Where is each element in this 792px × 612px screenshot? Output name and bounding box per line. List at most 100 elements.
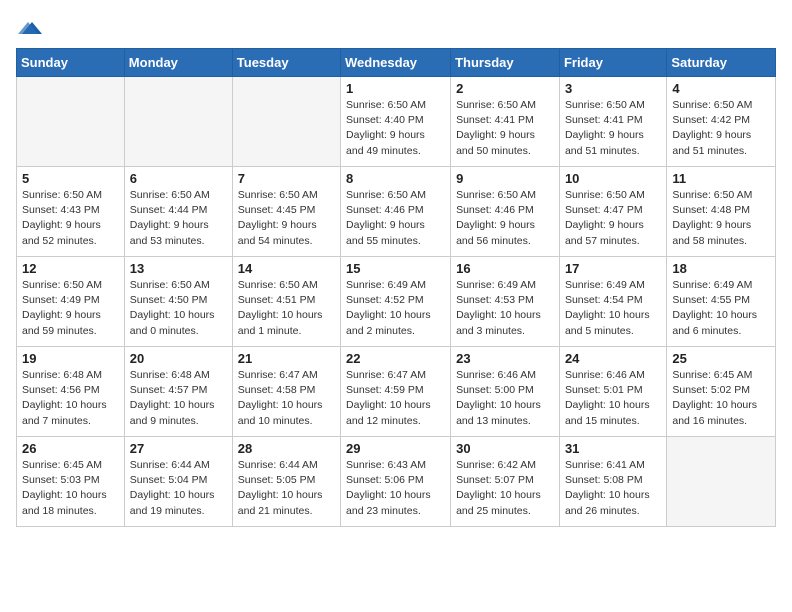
day-info: Sunrise: 6:48 AM Sunset: 4:57 PM Dayligh…: [130, 368, 227, 429]
day-info: Sunrise: 6:43 AM Sunset: 5:06 PM Dayligh…: [346, 458, 445, 519]
day-number: 6: [130, 171, 227, 186]
day-info: Sunrise: 6:50 AM Sunset: 4:40 PM Dayligh…: [346, 98, 445, 159]
week-row-3: 12 Sunrise: 6:50 AM Sunset: 4:49 PM Dayli…: [17, 257, 776, 347]
day-info: Sunrise: 6:50 AM Sunset: 4:42 PM Dayligh…: [672, 98, 770, 159]
day-cell: 12 Sunrise: 6:50 AM Sunset: 4:49 PM Dayli…: [17, 257, 125, 347]
day-header-friday: Friday: [559, 49, 666, 77]
day-info: Sunrise: 6:44 AM Sunset: 5:04 PM Dayligh…: [130, 458, 227, 519]
day-info: Sunrise: 6:49 AM Sunset: 4:52 PM Dayligh…: [346, 278, 445, 339]
day-cell: 11 Sunrise: 6:50 AM Sunset: 4:48 PM Dayli…: [667, 167, 776, 257]
calendar-header-row: SundayMondayTuesdayWednesdayThursdayFrid…: [17, 49, 776, 77]
day-header-monday: Monday: [124, 49, 232, 77]
week-row-5: 26Sunrise: 6:45 AM Sunset: 5:03 PM Dayli…: [17, 437, 776, 527]
day-cell: 19Sunrise: 6:48 AM Sunset: 4:56 PM Dayli…: [17, 347, 125, 437]
day-cell: 28 Sunrise: 6:44 AM Sunset: 5:05 PM Dayli…: [232, 437, 340, 527]
day-cell: 24 Sunrise: 6:46 AM Sunset: 5:01 PM Dayli…: [559, 347, 666, 437]
day-cell: [667, 437, 776, 527]
day-info: Sunrise: 6:46 AM Sunset: 5:00 PM Dayligh…: [456, 368, 554, 429]
day-cell: 5 Sunrise: 6:50 AM Sunset: 4:43 PM Daylig…: [17, 167, 125, 257]
day-cell: 6 Sunrise: 6:50 AM Sunset: 4:44 PM Daylig…: [124, 167, 232, 257]
logo: [16, 16, 42, 40]
day-cell: 16Sunrise: 6:49 AM Sunset: 4:53 PM Dayli…: [451, 257, 560, 347]
day-header-tuesday: Tuesday: [232, 49, 340, 77]
day-number: 4: [672, 81, 770, 96]
day-cell: 27Sunrise: 6:44 AM Sunset: 5:04 PM Dayli…: [124, 437, 232, 527]
day-number: 18: [672, 261, 770, 276]
day-cell: 20 Sunrise: 6:48 AM Sunset: 4:57 PM Dayli…: [124, 347, 232, 437]
logo-icon: [18, 16, 42, 40]
day-info: Sunrise: 6:47 AM Sunset: 4:59 PM Dayligh…: [346, 368, 445, 429]
day-cell: 23 Sunrise: 6:46 AM Sunset: 5:00 PM Dayli…: [451, 347, 560, 437]
day-cell: 26Sunrise: 6:45 AM Sunset: 5:03 PM Dayli…: [17, 437, 125, 527]
day-number: 10: [565, 171, 661, 186]
day-header-saturday: Saturday: [667, 49, 776, 77]
day-cell: 21Sunrise: 6:47 AM Sunset: 4:58 PM Dayli…: [232, 347, 340, 437]
day-info: Sunrise: 6:50 AM Sunset: 4:44 PM Dayligh…: [130, 188, 227, 249]
day-number: 24: [565, 351, 661, 366]
day-header-sunday: Sunday: [17, 49, 125, 77]
day-info: Sunrise: 6:50 AM Sunset: 4:48 PM Dayligh…: [672, 188, 770, 249]
day-cell: 7 Sunrise: 6:50 AM Sunset: 4:45 PM Daylig…: [232, 167, 340, 257]
day-number: 20: [130, 351, 227, 366]
day-info: Sunrise: 6:50 AM Sunset: 4:41 PM Dayligh…: [565, 98, 661, 159]
day-number: 8: [346, 171, 445, 186]
day-number: 16: [456, 261, 554, 276]
day-number: 1: [346, 81, 445, 96]
day-number: 29: [346, 441, 445, 456]
day-number: 13: [130, 261, 227, 276]
day-number: 22: [346, 351, 445, 366]
day-info: Sunrise: 6:46 AM Sunset: 5:01 PM Dayligh…: [565, 368, 661, 429]
day-cell: 10 Sunrise: 6:50 AM Sunset: 4:47 PM Dayli…: [559, 167, 666, 257]
day-info: Sunrise: 6:50 AM Sunset: 4:47 PM Dayligh…: [565, 188, 661, 249]
day-info: Sunrise: 6:49 AM Sunset: 4:55 PM Dayligh…: [672, 278, 770, 339]
day-info: Sunrise: 6:50 AM Sunset: 4:43 PM Dayligh…: [22, 188, 119, 249]
day-info: Sunrise: 6:42 AM Sunset: 5:07 PM Dayligh…: [456, 458, 554, 519]
day-info: Sunrise: 6:50 AM Sunset: 4:50 PM Dayligh…: [130, 278, 227, 339]
day-info: Sunrise: 6:50 AM Sunset: 4:41 PM Dayligh…: [456, 98, 554, 159]
day-cell: 9 Sunrise: 6:50 AM Sunset: 4:46 PM Daylig…: [451, 167, 560, 257]
day-header-thursday: Thursday: [451, 49, 560, 77]
day-cell: [232, 77, 340, 167]
day-cell: 14Sunrise: 6:50 AM Sunset: 4:51 PM Dayli…: [232, 257, 340, 347]
day-number: 30: [456, 441, 554, 456]
day-cell: 13 Sunrise: 6:50 AM Sunset: 4:50 PM Dayli…: [124, 257, 232, 347]
day-info: Sunrise: 6:50 AM Sunset: 4:49 PM Dayligh…: [22, 278, 119, 339]
day-cell: 30 Sunrise: 6:42 AM Sunset: 5:07 PM Dayli…: [451, 437, 560, 527]
day-number: 3: [565, 81, 661, 96]
day-cell: 2 Sunrise: 6:50 AM Sunset: 4:41 PM Daylig…: [451, 77, 560, 167]
day-number: 11: [672, 171, 770, 186]
day-cell: 15 Sunrise: 6:49 AM Sunset: 4:52 PM Dayli…: [341, 257, 451, 347]
day-header-wednesday: Wednesday: [341, 49, 451, 77]
day-info: Sunrise: 6:47 AM Sunset: 4:58 PM Dayligh…: [238, 368, 335, 429]
day-info: Sunrise: 6:50 AM Sunset: 4:45 PM Dayligh…: [238, 188, 335, 249]
day-cell: 22 Sunrise: 6:47 AM Sunset: 4:59 PM Dayli…: [341, 347, 451, 437]
day-number: 7: [238, 171, 335, 186]
day-number: 31: [565, 441, 661, 456]
day-info: Sunrise: 6:50 AM Sunset: 4:46 PM Dayligh…: [456, 188, 554, 249]
day-number: 28: [238, 441, 335, 456]
day-info: Sunrise: 6:44 AM Sunset: 5:05 PM Dayligh…: [238, 458, 335, 519]
week-row-1: 1 Sunrise: 6:50 AM Sunset: 4:40 PM Daylig…: [17, 77, 776, 167]
day-cell: 25Sunrise: 6:45 AM Sunset: 5:02 PM Dayli…: [667, 347, 776, 437]
day-number: 2: [456, 81, 554, 96]
day-number: 9: [456, 171, 554, 186]
day-info: Sunrise: 6:45 AM Sunset: 5:02 PM Dayligh…: [672, 368, 770, 429]
day-number: 19: [22, 351, 119, 366]
day-cell: 29 Sunrise: 6:43 AM Sunset: 5:06 PM Dayli…: [341, 437, 451, 527]
day-info: Sunrise: 6:50 AM Sunset: 4:46 PM Dayligh…: [346, 188, 445, 249]
week-row-4: 19Sunrise: 6:48 AM Sunset: 4:56 PM Dayli…: [17, 347, 776, 437]
calendar-table: SundayMondayTuesdayWednesdayThursdayFrid…: [16, 48, 776, 527]
day-cell: 3 Sunrise: 6:50 AM Sunset: 4:41 PM Daylig…: [559, 77, 666, 167]
day-number: 14: [238, 261, 335, 276]
day-number: 5: [22, 171, 119, 186]
day-cell: 18 Sunrise: 6:49 AM Sunset: 4:55 PM Dayli…: [667, 257, 776, 347]
day-number: 23: [456, 351, 554, 366]
day-cell: 1 Sunrise: 6:50 AM Sunset: 4:40 PM Daylig…: [341, 77, 451, 167]
week-row-2: 5 Sunrise: 6:50 AM Sunset: 4:43 PM Daylig…: [17, 167, 776, 257]
page-header: [16, 16, 776, 40]
day-number: 26: [22, 441, 119, 456]
day-cell: [17, 77, 125, 167]
day-number: 15: [346, 261, 445, 276]
day-number: 12: [22, 261, 119, 276]
day-number: 17: [565, 261, 661, 276]
